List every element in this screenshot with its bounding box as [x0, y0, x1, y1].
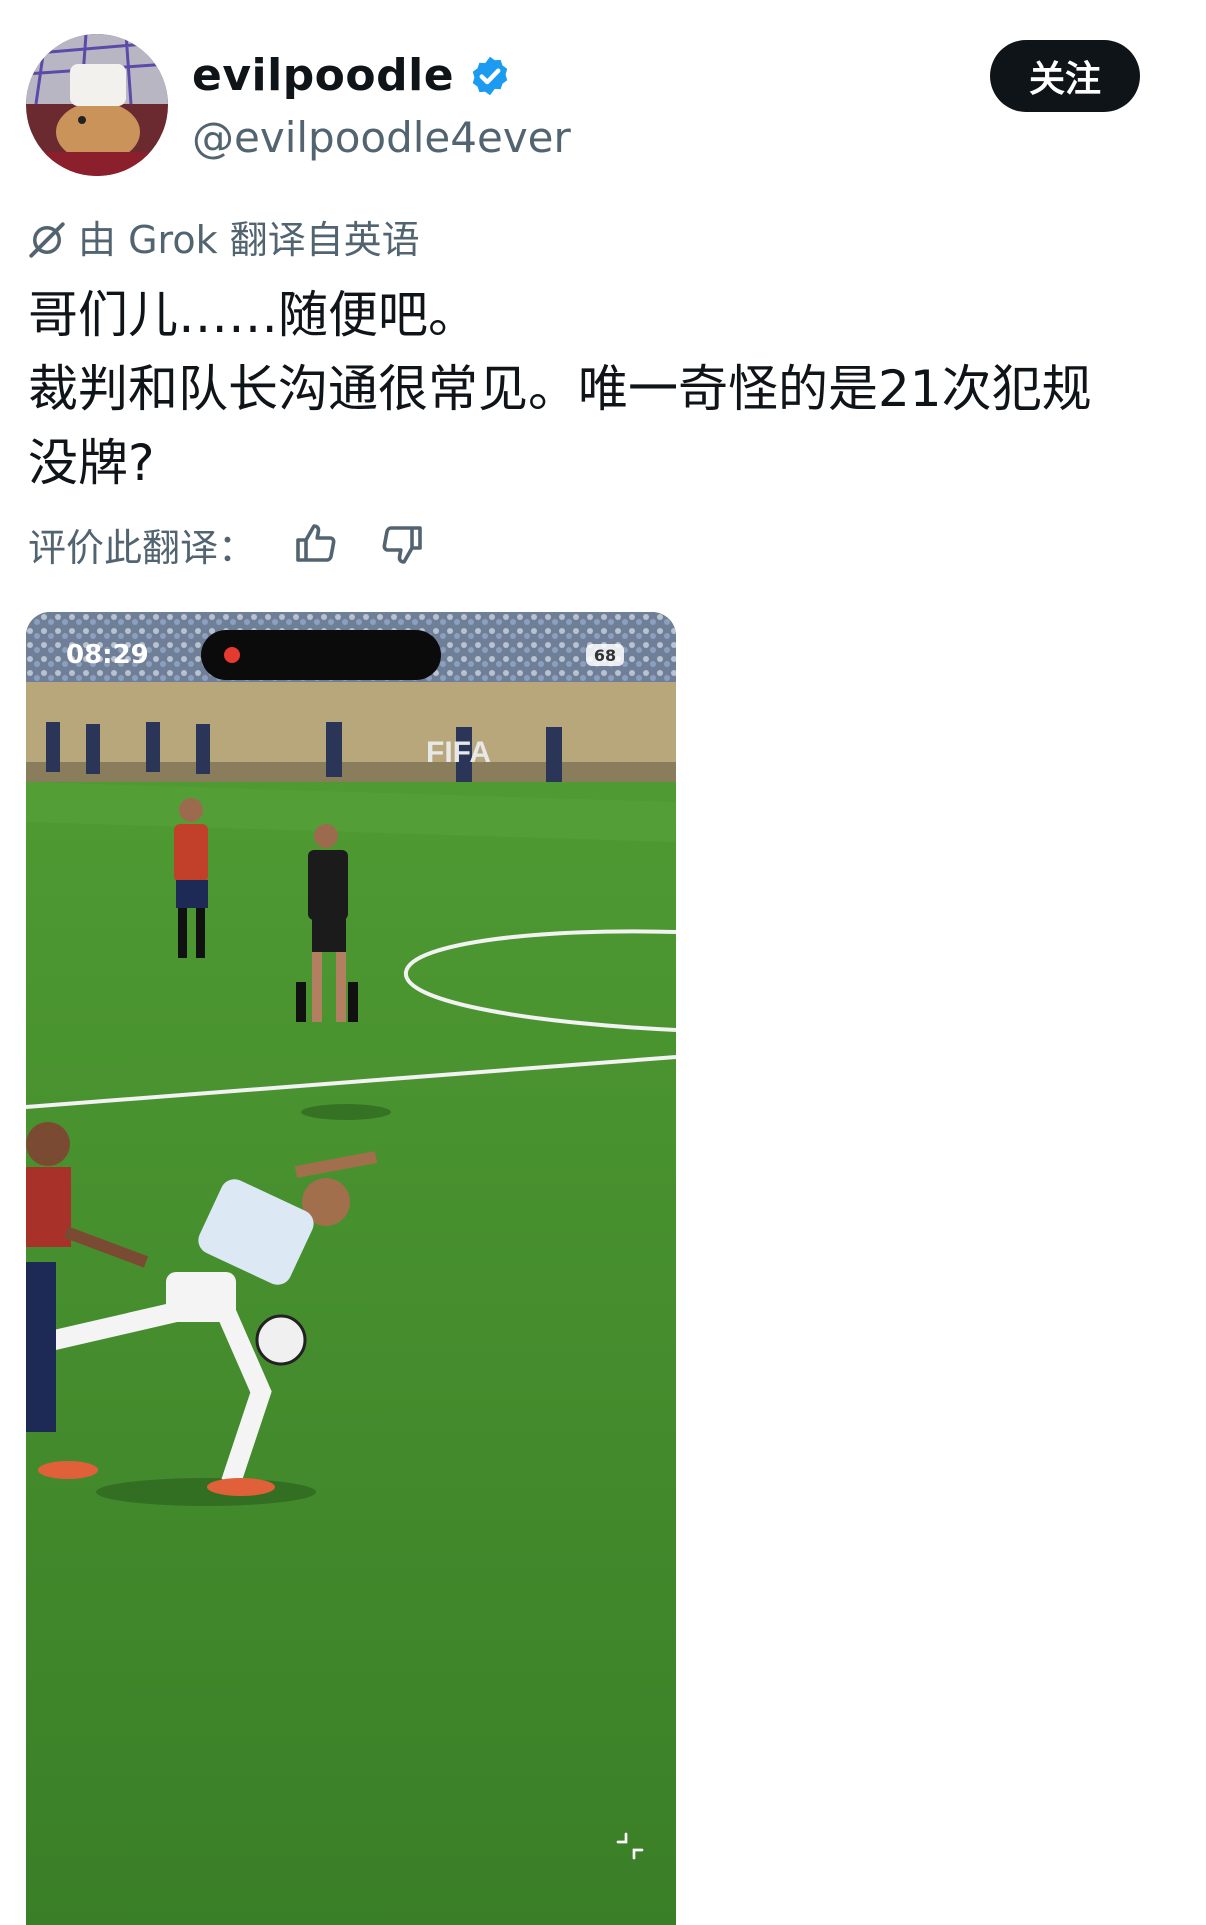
collapse-icon[interactable]	[614, 1830, 646, 1862]
thumbs-up-icon	[296, 524, 336, 562]
tweet-line: 哥们儿……随便吧。	[28, 286, 478, 344]
video-status-time: 08:29	[66, 640, 149, 670]
follow-button[interactable]: 关注	[990, 40, 1140, 112]
battery-icon: 68	[586, 644, 624, 666]
thumbs-down-icon	[382, 526, 422, 564]
thumbs-down-button[interactable]	[376, 518, 428, 570]
tweet-text: 哥们儿……随便吧。 裁判和队长沟通很常见。唯一奇怪的是21次犯规 没牌?	[28, 278, 1178, 500]
tweet-line: 没牌?	[28, 434, 155, 492]
translation-note-text: 由 Grok 翻译自英语	[78, 218, 420, 262]
user-handle[interactable]: @evilpoodle4ever	[192, 110, 571, 166]
verified-badge-icon	[472, 56, 508, 96]
tweet-line: 裁判和队长沟通很常见。唯一奇怪的是21次犯规	[28, 360, 1092, 418]
thumbs-up-button[interactable]	[290, 518, 342, 570]
rate-translation: 评价此翻译：	[28, 512, 428, 576]
football-video-frame: FIFA	[26, 612, 676, 1925]
display-name[interactable]: evilpoodle	[192, 46, 512, 106]
stadium-sign: FIFA	[426, 736, 491, 769]
rate-translation-label: 评价此翻译：	[28, 525, 257, 570]
hamster-avatar-icon	[26, 34, 168, 176]
translation-note[interactable]: 由 Grok 翻译自英语	[26, 214, 420, 266]
grok-icon	[29, 222, 65, 258]
display-name-text: evilpoodle	[192, 50, 455, 101]
avatar[interactable]	[26, 34, 168, 176]
tweet-media[interactable]: FIFA 08:29 68	[26, 612, 676, 1925]
